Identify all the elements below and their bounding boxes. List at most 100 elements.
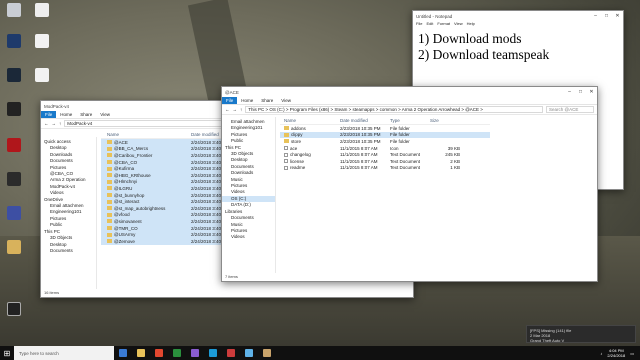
file-name: @ACE: [114, 139, 128, 145]
file-name: @ILGRU: [114, 185, 133, 191]
notification-toast[interactable]: [FPS] Missing (141) file 2 Mar 2018 Gran…: [526, 325, 636, 343]
desktop-icon[interactable]: [2, 34, 26, 49]
back-icon[interactable]: ←: [225, 107, 230, 112]
file-name: store: [291, 138, 302, 144]
explorer-window-ace[interactable]: @ACE – □ ✕ File Home Share View ← → ↑ This…: [221, 86, 598, 282]
menu-help[interactable]: Help: [467, 21, 475, 28]
forward-icon[interactable]: →: [52, 121, 57, 126]
minimize-icon[interactable]: –: [564, 89, 575, 95]
minimize-icon[interactable]: –: [590, 13, 601, 19]
column-date[interactable]: Date modified: [340, 118, 390, 123]
nav-item[interactable]: Documents: [41, 248, 96, 254]
search-input[interactable]: Search @ACE: [546, 106, 594, 113]
taskbar-app-icon[interactable]: [114, 346, 132, 360]
file-name: @Kufirma: [114, 166, 135, 172]
file-name: @Hlmchnyi: [114, 179, 138, 185]
address-row: ← → ↑ This PC > OS (C:) > Program Files …: [222, 105, 597, 115]
file-name: @USArmy: [114, 232, 136, 238]
table-row[interactable]: store 2/23/2018 10:35 PM File folder: [280, 138, 490, 145]
taskbar-app-icon[interactable]: [168, 346, 186, 360]
address-bar[interactable]: This PC > OS (C:) > Program Files (x86) …: [245, 106, 543, 113]
file-type: Text Document: [390, 158, 421, 164]
tab-share[interactable]: Share: [257, 97, 277, 104]
clock[interactable]: 4:04 PM 2/24/2018: [607, 348, 625, 358]
maximize-icon[interactable]: □: [575, 89, 586, 95]
desktop-icon[interactable]: [30, 3, 54, 18]
tab-home[interactable]: Home: [56, 111, 76, 118]
menu-edit[interactable]: Edit: [426, 21, 433, 28]
taskbar-app-icon[interactable]: [258, 346, 276, 360]
tab-file[interactable]: File: [222, 97, 238, 104]
desktop-icon[interactable]: [2, 102, 26, 117]
file-name: @BB_CA_Mercs: [114, 146, 149, 152]
taskbar-search-input[interactable]: Type here to search: [14, 346, 114, 360]
table-row[interactable]: readme 11/1/2015 8:07 AM Text Document 1 KB: [280, 165, 490, 172]
file-name: ace: [290, 145, 298, 151]
file-date: 2/23/2018 10:35 PM: [340, 138, 381, 144]
file-name: license: [290, 158, 305, 164]
clock-date: 2/24/2018: [607, 353, 626, 358]
notepad-titlebar[interactable]: Untitled - Notepad – □ ✕: [413, 11, 623, 21]
table-row[interactable]: addons 2/23/2018 10:35 PM File folder: [280, 125, 490, 132]
file-name: @CBA_CO: [114, 159, 138, 165]
file-list: Name Date modified Type Size addons 2/23/…: [280, 117, 490, 171]
nav-item[interactable]: Videos: [222, 234, 275, 240]
desktop-icon[interactable]: [2, 206, 26, 221]
taskbar-app-icon[interactable]: [132, 346, 150, 360]
taskbar-app-icon[interactable]: [186, 346, 204, 360]
desktop-icon[interactable]: [2, 3, 26, 18]
menu-file[interactable]: File: [416, 21, 422, 28]
file-name: @st_interact: [114, 199, 140, 205]
volume-icon[interactable]: ♪: [600, 351, 602, 356]
up-icon[interactable]: ↑: [240, 107, 242, 112]
column-name[interactable]: Name: [101, 132, 191, 137]
file-date: 11/1/2015 8:07 AM: [340, 165, 378, 171]
file-date: 11/1/2015 8:07 AM: [340, 158, 378, 164]
explorer-titlebar[interactable]: @ACE – □ ✕: [222, 87, 597, 97]
desktop-icon[interactable]: [2, 240, 26, 255]
tab-view[interactable]: View: [96, 111, 114, 118]
column-name[interactable]: Name: [280, 118, 340, 123]
taskbar-app-icon[interactable]: [222, 346, 240, 360]
menu-format[interactable]: Format: [437, 21, 450, 28]
desktop-icon[interactable]: [2, 172, 26, 187]
file-name: readme: [290, 165, 306, 171]
desktop-icon[interactable]: [2, 302, 26, 317]
taskbar-app-icon[interactable]: [150, 346, 168, 360]
file-size: 1 KB: [450, 165, 460, 171]
notifications-icon[interactable]: ▭: [630, 351, 634, 356]
navigation-pane: Quick access Desktop Downloads Documents…: [41, 137, 97, 289]
back-icon[interactable]: ←: [44, 121, 49, 126]
windows-start-icon[interactable]: ⊞: [0, 346, 14, 360]
forward-icon[interactable]: →: [233, 107, 238, 112]
desktop-icon[interactable]: [2, 68, 26, 83]
file-type: File folder: [390, 125, 410, 131]
close-icon[interactable]: ✕: [612, 13, 623, 19]
file-name: addons: [291, 125, 306, 131]
desktop-icon[interactable]: [30, 68, 54, 83]
tab-home[interactable]: Home: [237, 97, 257, 104]
table-row[interactable]: ace 11/1/2015 8:07 AM Icon 39 KB: [280, 145, 490, 152]
desktop-icon[interactable]: [2, 138, 26, 153]
table-row[interactable]: license 11/1/2015 8:07 AM Text Document 2 K…: [280, 158, 490, 165]
tab-file[interactable]: File: [41, 111, 57, 118]
file-name: @vfood: [114, 212, 130, 218]
tab-share[interactable]: Share: [76, 111, 96, 118]
notepad-text-area[interactable]: 1) Download mods 2) Download teamspeak: [413, 28, 623, 66]
close-icon[interactable]: ✕: [586, 89, 597, 95]
taskbar-app-icon[interactable]: [240, 346, 258, 360]
menu-view[interactable]: View: [454, 21, 463, 28]
window-title: @ACE: [225, 89, 239, 95]
column-type[interactable]: Type: [390, 118, 430, 123]
desktop-icon[interactable]: [30, 34, 54, 49]
tab-view[interactable]: View: [277, 97, 295, 104]
up-icon[interactable]: ↑: [59, 121, 61, 126]
table-row[interactable]: changelog 11/1/2015 8:07 AM Text Document 2…: [280, 151, 490, 158]
maximize-icon[interactable]: □: [601, 13, 612, 19]
system-tray: ♪ 4:04 PM 2/24/2018 ▭: [600, 348, 640, 358]
file-date: 11/1/2015 8:07 AM: [340, 152, 378, 158]
table-row[interactable]: clippy 2/23/2018 10:35 PM File folder: [280, 131, 490, 139]
taskbar-app-icon[interactable]: [204, 346, 222, 360]
column-size[interactable]: Size: [430, 118, 460, 123]
file-name: @Caribou_Frontier: [114, 152, 153, 158]
